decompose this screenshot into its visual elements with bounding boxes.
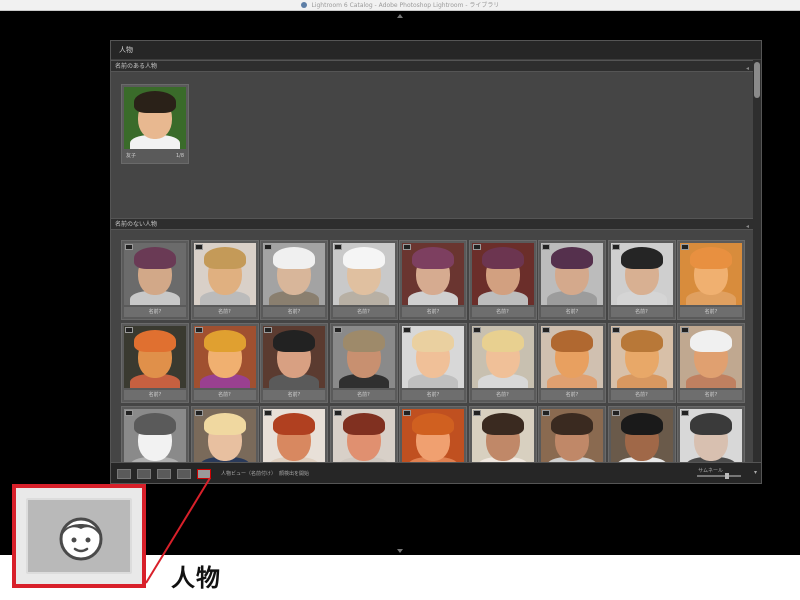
callout-label: 人物 (171, 564, 221, 592)
zoomed-people-button (12, 484, 146, 588)
screenshot-stage: Lightroom 6 Catalog - Adobe Photoshop Li… (0, 0, 800, 600)
face-icon (59, 517, 103, 561)
people-view-button-zoomed[interactable] (26, 498, 132, 574)
